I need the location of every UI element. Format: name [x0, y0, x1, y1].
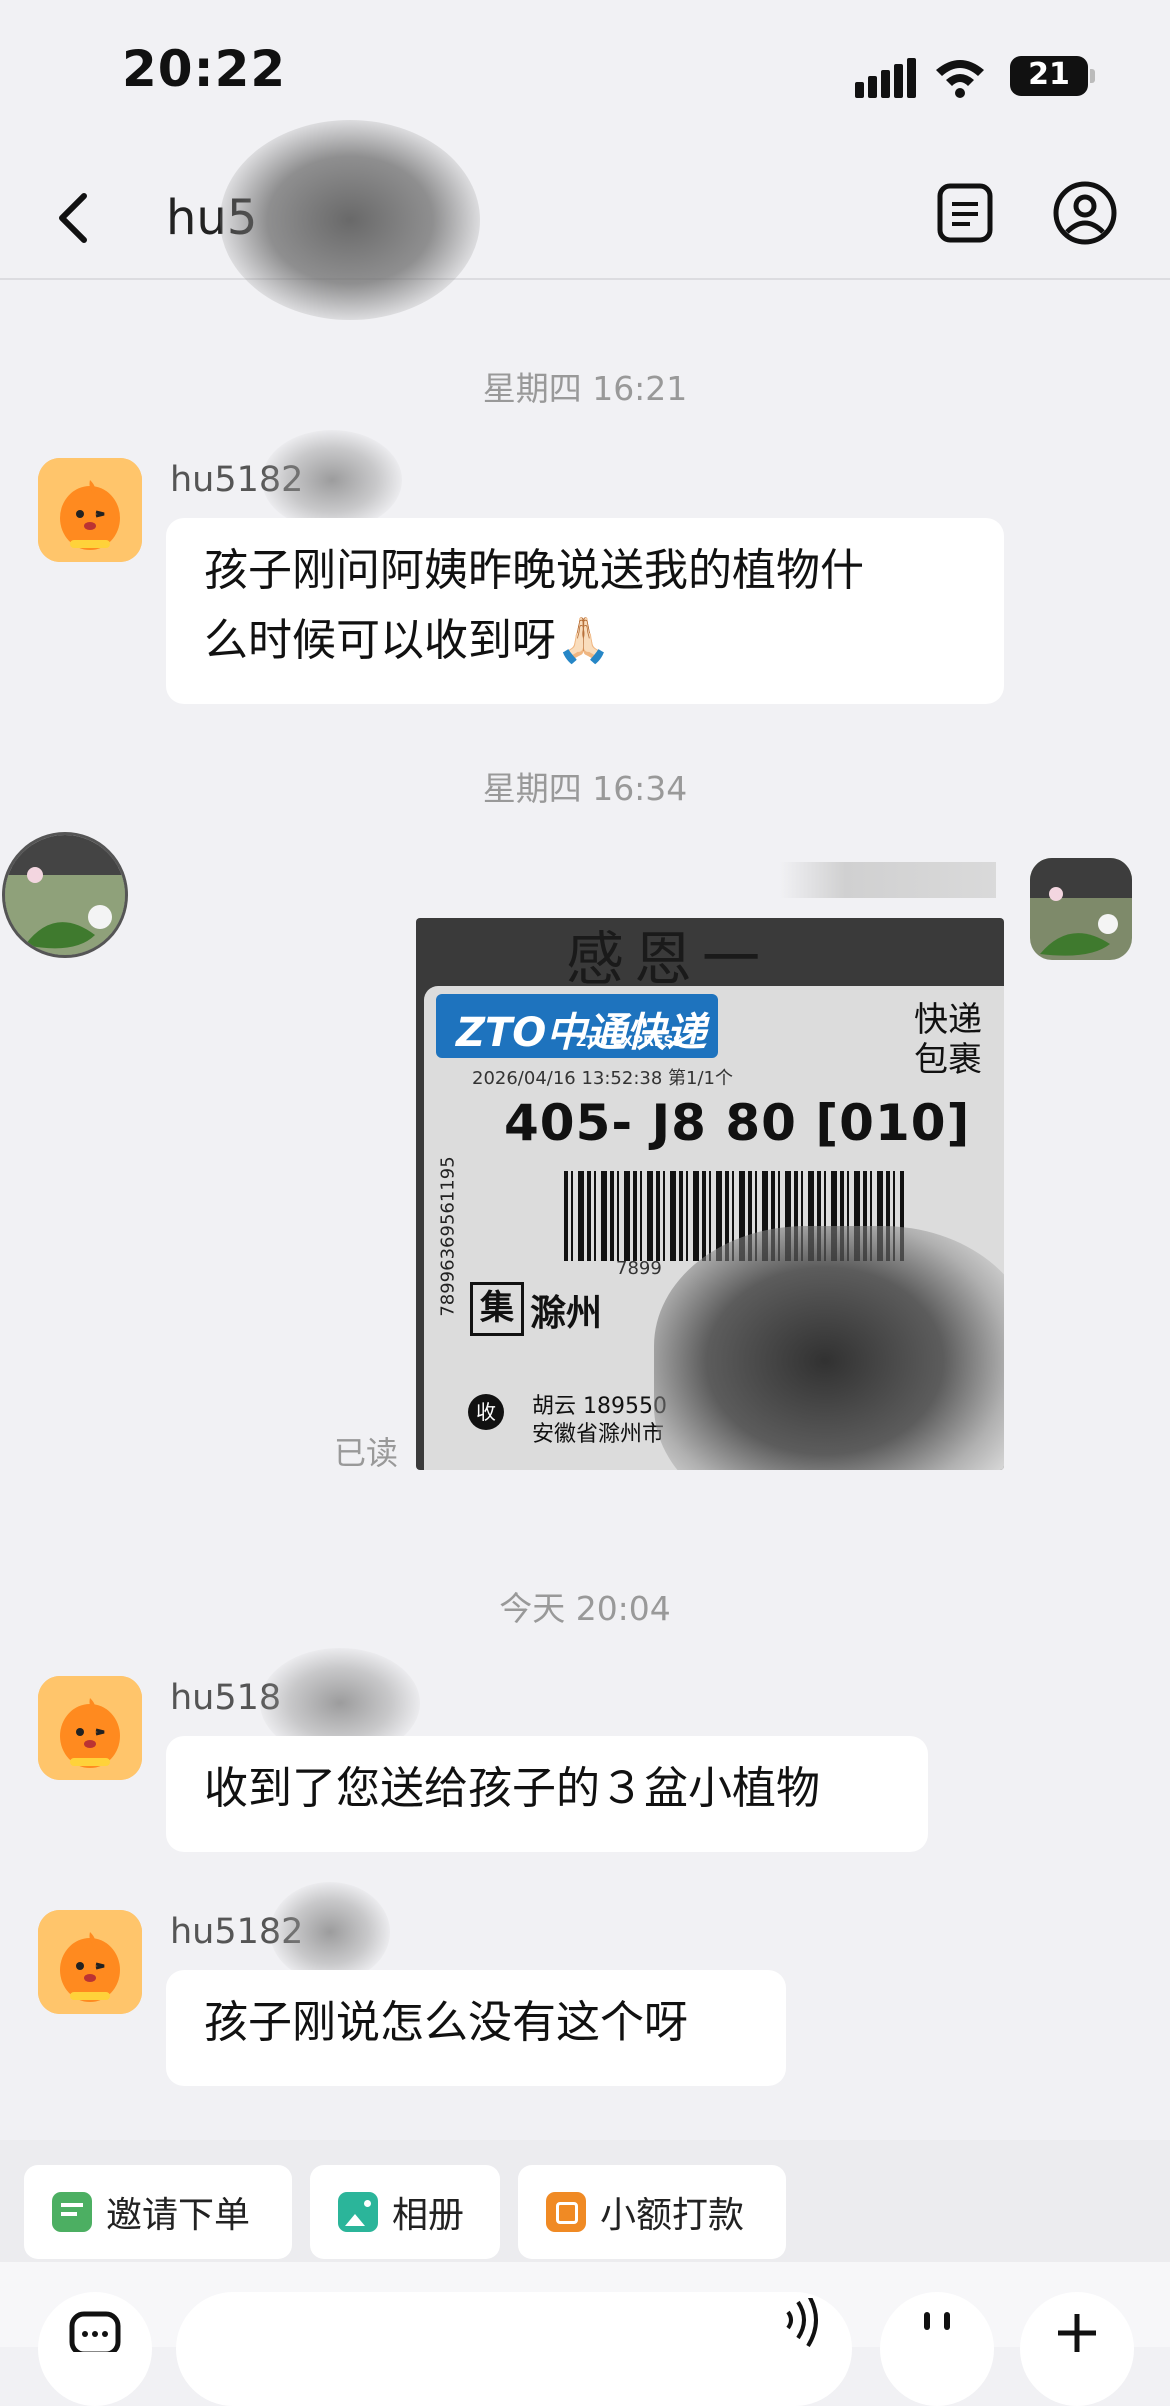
battery-icon: 21: [1010, 56, 1095, 96]
route-code: 405- J8 80 [010]: [504, 1094, 971, 1152]
destination-city: 滁州: [530, 1293, 603, 1334]
profile-icon[interactable]: [1052, 180, 1118, 246]
emoji-icon: [924, 2312, 950, 2330]
quick-actions-bar: 邀请下单 相册 小额打款: [0, 2140, 1170, 2270]
avatar[interactable]: [38, 1676, 142, 1780]
back-icon[interactable]: [50, 188, 100, 248]
redacted-name-blur: [270, 1882, 390, 1982]
chip-label: 相册: [392, 2195, 465, 2236]
message-bubble[interactable]: 孩子刚说怎么没有这个呀: [166, 1970, 786, 2086]
redacted-name-blur: [220, 120, 480, 320]
mascot-icon: [38, 458, 142, 562]
package-type: 快递 包裹: [914, 1000, 982, 1080]
zto-logo: ZTO中通快递 ZTO EXPRESS: [436, 994, 718, 1058]
pay-icon: [546, 2192, 586, 2232]
avatar[interactable]: [38, 458, 142, 562]
redaction-scribble: [654, 1226, 1004, 1470]
label-date: 2026/04/16 13:52:38 第1/1个: [472, 1068, 733, 1089]
battery-level: 21: [1028, 57, 1070, 92]
flower-photo-icon: [5, 835, 125, 955]
avatar[interactable]: [2, 832, 128, 958]
read-status: 已读: [334, 1434, 399, 1472]
emoji-button[interactable]: [880, 2292, 994, 2406]
receive-mark: 收: [468, 1394, 504, 1430]
voice-icon: [786, 2298, 818, 2348]
collect-mark: 集: [470, 1282, 524, 1336]
barcode-number: 7899: [616, 1258, 662, 1279]
notes-icon[interactable]: [936, 182, 994, 244]
chat-header: hu5: [0, 120, 1170, 320]
image-icon: [338, 2192, 378, 2232]
message-text: 么时候可以收到呀🙏🏻: [204, 615, 611, 666]
chat-bubble-icon: [69, 2311, 121, 2357]
message-text: 收到了您送给孩子的３盆小植物: [204, 1763, 820, 1814]
invite-icon: [52, 2192, 92, 2232]
message-text: 孩子刚问阿姨昨晚说送我的植物什: [204, 545, 864, 596]
chip-label: 邀请下单: [106, 2195, 251, 2236]
input-bar: [0, 2262, 1170, 2406]
message-bubble[interactable]: 收到了您送给孩子的３盆小植物: [166, 1736, 928, 1852]
mascot-icon: [38, 1910, 142, 2014]
small-payment-button[interactable]: 小额打款: [518, 2165, 786, 2259]
image-message[interactable]: 感恩一 ZTO中通快递 ZTO EXPRESS 快递 包裹 2026/04/16 1…: [416, 918, 1004, 1470]
message-input[interactable]: [176, 2292, 852, 2406]
invite-order-button[interactable]: 邀请下单: [24, 2165, 292, 2259]
message-text: 孩子刚说怎么没有这个呀: [204, 1997, 688, 2048]
my-avatar[interactable]: [1030, 858, 1132, 960]
photo-text: 感恩一: [566, 925, 771, 993]
timestamp: 星期四 16:21: [482, 369, 688, 408]
receiver-address: 安徽省滁州市: [532, 1422, 665, 1447]
avatar[interactable]: [38, 1910, 142, 2014]
keyboard-toggle-button[interactable]: [38, 2292, 152, 2406]
more-button[interactable]: [1020, 2292, 1134, 2406]
plus-icon: [1058, 2314, 1096, 2352]
cellular-signal-icon: [855, 58, 916, 98]
redacted-name-blur: [262, 430, 402, 530]
album-button[interactable]: 相册: [310, 2165, 500, 2259]
message-bubble[interactable]: 孩子刚问阿姨昨晚说送我的植物什 么时候可以收到呀🙏🏻: [166, 518, 1004, 704]
timestamp: 今天 20:04: [499, 1589, 671, 1628]
status-time: 20:22: [122, 40, 287, 98]
redacted-name-blur: [780, 862, 996, 898]
flower-photo-icon: [1030, 858, 1132, 960]
shipping-label: ZTO中通快递 ZTO EXPRESS 快递 包裹 2026/04/16 13:52…: [424, 986, 1004, 1470]
mascot-icon: [38, 1676, 142, 1780]
timestamp: 星期四 16:34: [482, 769, 688, 808]
chip-label: 小额打款: [600, 2195, 745, 2236]
tracking-number: 78996369561195: [437, 1156, 459, 1317]
wifi-icon: [936, 60, 984, 98]
